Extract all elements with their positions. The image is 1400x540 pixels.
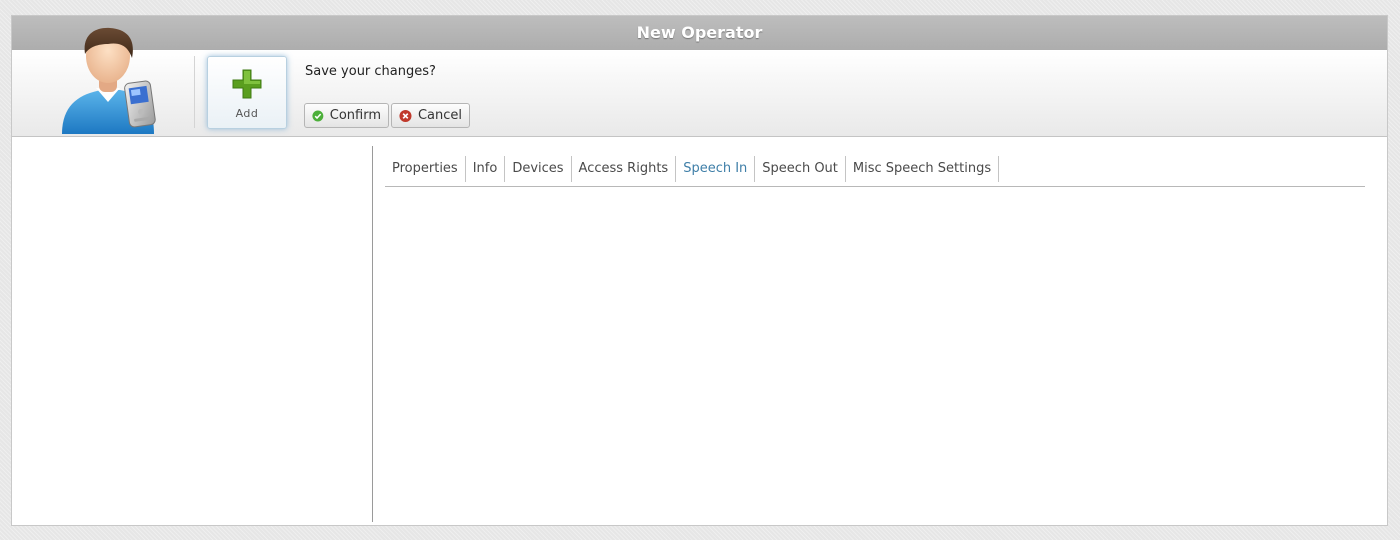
tab-speech-out[interactable]: Speech Out [755, 156, 846, 182]
add-button-label: Add [235, 107, 259, 120]
tab-info[interactable]: Info [466, 156, 506, 182]
tab-devices[interactable]: Devices [505, 156, 572, 182]
toolbar: Add Save your changes? Confirm Cancel [12, 27, 1387, 137]
confirm-label: Confirm [329, 108, 381, 123]
check-circle-icon [312, 110, 324, 121]
cancel-button[interactable]: Cancel [391, 103, 470, 128]
tab-access-rights[interactable]: Access Rights [572, 156, 677, 182]
toolbar-separator [194, 56, 195, 128]
tab-misc-speech-settings[interactable]: Misc Speech Settings [846, 156, 1000, 182]
pane-divider[interactable] [372, 146, 373, 522]
operator-avatar-icon [62, 27, 156, 134]
tab-content [385, 188, 1365, 518]
add-button[interactable]: Add [207, 56, 287, 129]
save-prompt: Save your changes? [305, 64, 436, 79]
confirm-button[interactable]: Confirm [304, 103, 389, 128]
tab-bar: Properties Info Devices Access Rights Sp… [385, 156, 1365, 187]
tab-properties[interactable]: Properties [385, 156, 466, 182]
operator-window: New Operator Add Save your changes? Conf… [11, 15, 1388, 526]
tab-speech-in[interactable]: Speech In [676, 156, 756, 182]
cancel-label: Cancel [417, 108, 462, 123]
window-title: New Operator [12, 16, 1387, 50]
plus-icon [232, 69, 262, 99]
x-circle-icon [399, 109, 412, 122]
left-pane [12, 137, 372, 525]
